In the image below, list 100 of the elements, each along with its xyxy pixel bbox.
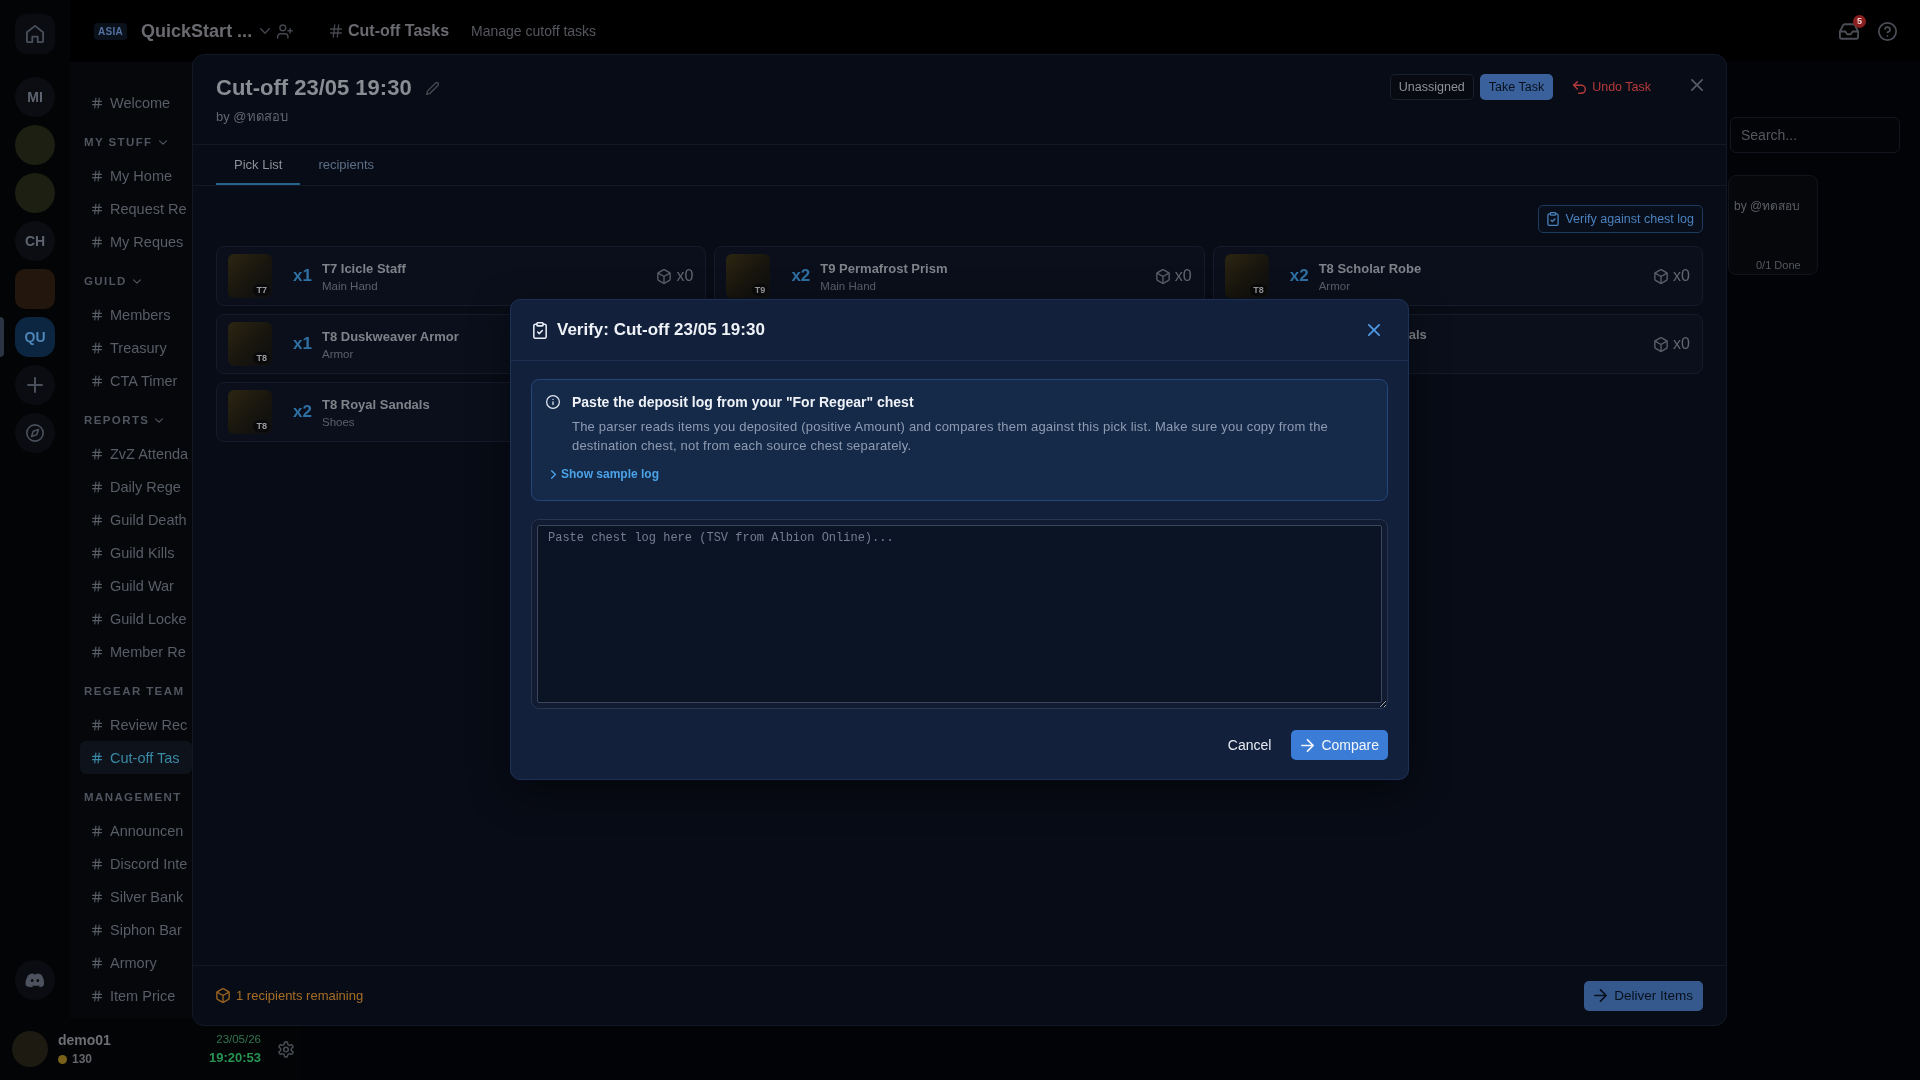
section-title[interactable]: REGEAR TEAM	[84, 685, 185, 697]
pencil-icon[interactable]	[425, 81, 439, 95]
tier-label: T8	[1250, 284, 1267, 296]
explore-button[interactable]	[15, 413, 55, 453]
item-quantity: x2	[790, 266, 811, 286]
hash-icon	[92, 857, 102, 870]
hash-icon	[92, 751, 102, 764]
chevron-down-icon[interactable]	[132, 278, 141, 284]
channel-item[interactable]: Guild Kills	[80, 536, 192, 569]
hash-icon	[92, 923, 102, 936]
settings-icon[interactable]	[278, 1040, 294, 1058]
item-slot: Main Hand	[322, 279, 406, 292]
inbox-icon[interactable]	[1839, 22, 1859, 40]
channel-item[interactable]: Treasury	[80, 331, 192, 364]
chevron-down-icon[interactable]	[260, 28, 271, 34]
tab[interactable]: recipients	[300, 145, 393, 185]
hash-icon	[92, 718, 102, 731]
channel-title: Cut-off Tasks	[348, 22, 450, 40]
sample-log-toggle[interactable]: Show sample log	[551, 466, 659, 482]
cancel-button[interactable]: Cancel	[1227, 730, 1272, 760]
channel-item[interactable]: Members	[80, 298, 192, 331]
package-icon	[1654, 336, 1669, 352]
home-button[interactable]	[15, 14, 55, 54]
channel-item[interactable]: Discord Inte	[80, 847, 192, 880]
item-quantity: x2	[1288, 266, 1309, 286]
channel-item[interactable]: My Reques	[80, 225, 192, 258]
tab[interactable]: Pick List	[216, 145, 301, 185]
tier-label: T7	[253, 284, 270, 296]
region-tag: ASIA	[94, 22, 128, 40]
hash-icon	[92, 308, 102, 321]
hash-icon	[92, 202, 102, 215]
home-icon	[26, 25, 44, 43]
server-button[interactable]: CH	[15, 221, 55, 261]
add-user-icon[interactable]	[277, 23, 293, 39]
channel-item[interactable]: Item Price	[80, 979, 192, 1012]
section-title[interactable]: MANAGEMENT	[84, 791, 182, 803]
channel-item[interactable]: My Home	[80, 159, 192, 192]
item-quantity: x2	[292, 402, 312, 422]
help-icon[interactable]	[1878, 21, 1897, 41]
hash-icon	[92, 956, 102, 969]
channel-description: Manage cutoff tasks	[471, 23, 597, 39]
channel-item[interactable]: Guild War	[80, 569, 192, 602]
section-title[interactable]: MY STUFF	[84, 136, 153, 148]
server-button[interactable]: MI	[15, 77, 55, 117]
task-title: Cut-off 23/05 19:30	[216, 75, 412, 101]
item-slot: Main Hand	[820, 279, 948, 292]
channel-item[interactable]: Welcome	[80, 86, 192, 119]
channel-item[interactable]: Request Re	[80, 192, 192, 225]
channel-item[interactable]: Member Re	[80, 635, 192, 668]
deliver-button[interactable]: Deliver Items	[1584, 980, 1703, 1011]
tier-label: T8	[253, 420, 270, 432]
date-text: 23/05/26	[216, 1033, 261, 1045]
tier-label: T8	[253, 352, 270, 364]
collected-count: x0	[1673, 267, 1690, 285]
close-icon[interactable]	[1368, 324, 1380, 336]
card-progress-text: 0/1 Done	[1756, 259, 1802, 271]
channel-item[interactable]: Guild Death	[80, 503, 192, 536]
search-field[interactable]: Search...	[1730, 117, 1900, 153]
channel-item[interactable]: Guild Locke	[80, 602, 192, 635]
section-title[interactable]: REPORTS	[84, 414, 150, 426]
chevron-down-icon[interactable]	[158, 139, 167, 145]
task-card[interactable]: by @ทดสอบ 0/1 Done	[1728, 175, 1818, 275]
take-task-button[interactable]: Take Task	[1479, 74, 1554, 100]
user-name: demo01	[58, 1032, 111, 1048]
hash-icon	[92, 890, 102, 903]
channel-item[interactable]: Siphon Bar	[80, 913, 192, 946]
channel-item[interactable]: Armory	[80, 946, 192, 979]
channel-item[interactable]: Announcen	[80, 814, 192, 847]
clipboard-check-icon	[533, 321, 547, 339]
channel-item[interactable]: Silver Bank	[80, 880, 192, 913]
server-name[interactable]: QuickStart ...	[141, 20, 253, 42]
hash-icon	[92, 546, 102, 559]
add-server-button[interactable]	[15, 365, 55, 405]
undo-task-button[interactable]: Undo Task	[1565, 74, 1659, 100]
server-button[interactable]: QU	[15, 317, 55, 357]
channel-item[interactable]: CTA Timer	[80, 364, 192, 397]
chest-log-field[interactable]: Paste chest log here (TSV from Albion Online)...	[531, 519, 1388, 709]
channel-item[interactable]: Daily Rege	[80, 470, 192, 503]
hash-icon	[92, 169, 102, 182]
task-author: by @ทดสอบ	[216, 108, 289, 126]
channel-item[interactable]: Review Rec	[80, 708, 192, 741]
hash-icon	[92, 612, 102, 625]
compare-button[interactable]: Compare	[1291, 730, 1388, 760]
package-icon	[216, 988, 230, 1003]
coin-balance: 130	[72, 1052, 93, 1066]
chevron-down-icon[interactable]	[155, 417, 164, 423]
info-icon	[546, 395, 560, 409]
close-icon[interactable]	[1691, 79, 1703, 91]
community-button[interactable]	[15, 960, 55, 1000]
item-quantity: x1	[292, 266, 312, 286]
tier-label: T9	[751, 284, 769, 296]
collected-count: x0	[676, 267, 694, 285]
section-title[interactable]: GUILD	[84, 275, 127, 287]
hash-icon	[92, 447, 102, 460]
coin-icon	[58, 1054, 67, 1064]
channel-item[interactable]: Cut-off Tas	[80, 741, 192, 774]
collected-count: x0	[1174, 267, 1192, 285]
verify-button[interactable]: Verify against chest log	[1538, 205, 1703, 233]
channel-item[interactable]: ZvZ Attenda	[80, 437, 192, 470]
item-name: T9 Permafrost Prism	[820, 260, 948, 277]
